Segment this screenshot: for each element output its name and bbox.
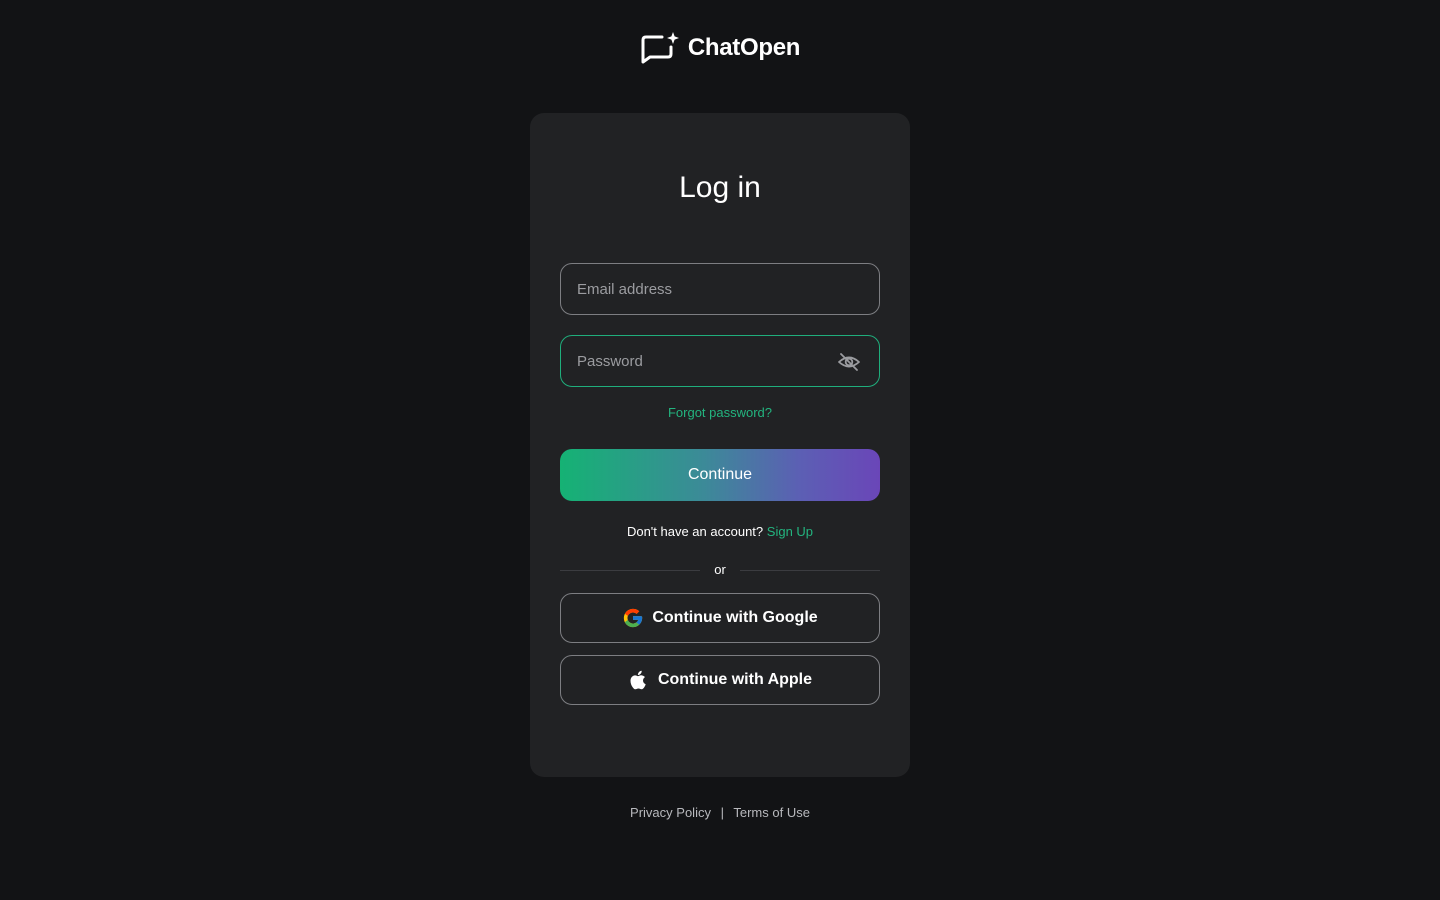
privacy-policy-link[interactable]: Privacy Policy — [630, 805, 711, 820]
divider-line-left — [560, 569, 700, 571]
or-divider: or — [560, 562, 880, 578]
password-field-container — [560, 335, 880, 387]
brand-name: ChatOpen — [687, 34, 801, 61]
divider-text: or — [714, 562, 726, 577]
footer-separator: | — [720, 805, 724, 820]
password-visibility-toggle[interactable] — [837, 350, 861, 374]
no-account-text: Don't have an account? — [626, 524, 764, 539]
eye-off-icon — [838, 353, 860, 371]
forgot-password-link[interactable]: Forgot password? — [530, 405, 910, 421]
password-input[interactable] — [561, 336, 879, 386]
login-page: ChatOpen Log in Forgot password? Continu… — [0, 0, 1440, 900]
apple-button-label: Continue with Apple — [657, 671, 813, 688]
continue-button[interactable]: Continue — [560, 449, 880, 501]
signup-prompt: Don't have an account? Sign Up — [530, 524, 910, 540]
email-input[interactable] — [561, 264, 879, 314]
chat-sparkle-icon — [641, 32, 679, 64]
divider-line-right — [740, 569, 880, 571]
terms-of-use-link[interactable]: Terms of Use — [733, 805, 810, 820]
google-icon — [624, 608, 643, 628]
page-title: Log in — [679, 171, 761, 204]
continue-with-apple-button[interactable]: Continue with Apple — [560, 655, 880, 705]
email-field-container — [560, 263, 880, 315]
google-button-label: Continue with Google — [652, 609, 818, 626]
footer-links: Privacy Policy | Terms of Use — [0, 805, 1440, 821]
continue-with-google-button[interactable]: Continue with Google — [560, 593, 880, 643]
sign-up-link[interactable]: Sign Up — [767, 524, 813, 539]
apple-icon — [630, 670, 646, 690]
brand-logo[interactable]: ChatOpen — [0, 31, 1440, 65]
